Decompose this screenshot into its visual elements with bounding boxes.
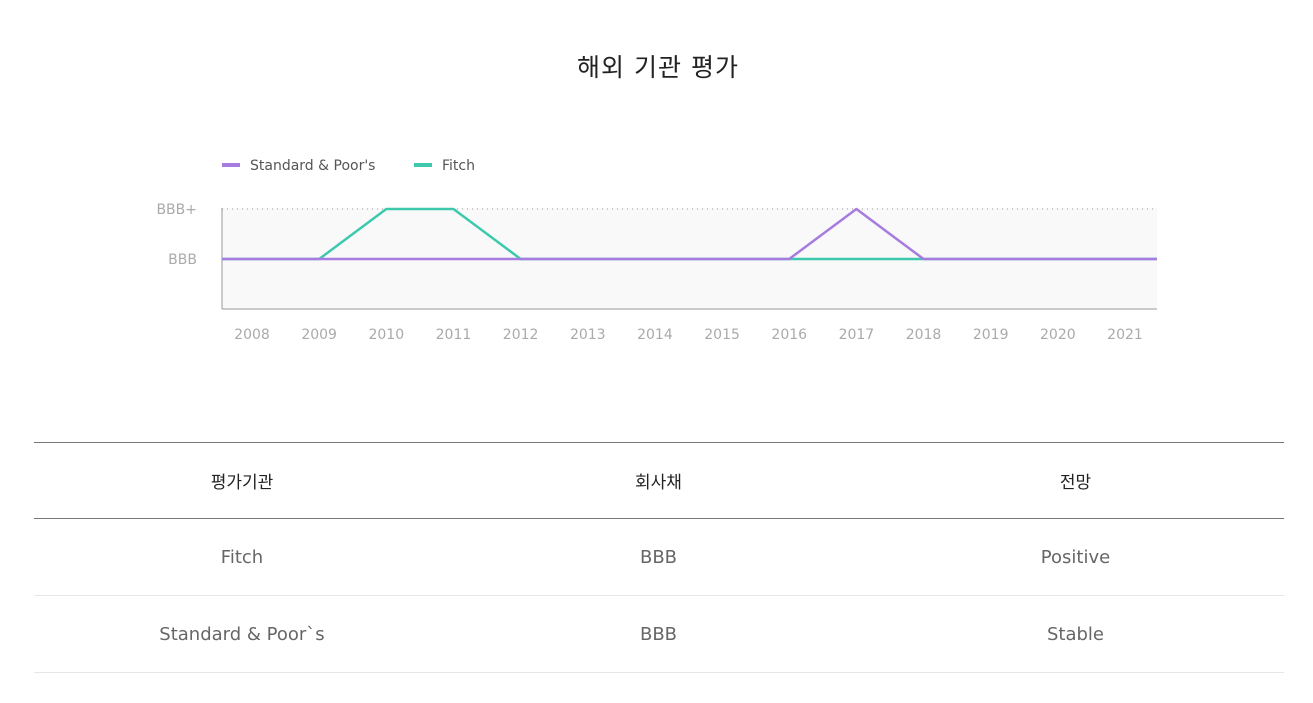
x-tick-label: 2011 [436, 327, 472, 343]
x-tick-label: 2009 [301, 327, 337, 343]
header-outlook: 전망 [867, 442, 1284, 519]
y-tick-label: BBB [168, 252, 197, 268]
legend-swatch [222, 163, 240, 167]
cell-rating: BBB [450, 595, 867, 673]
cell-outlook: Positive [867, 518, 1284, 596]
rating-table: 평가기관 회사채 전망 Fitch BBB Positive Standard … [34, 442, 1284, 673]
x-tick-label: 2008 [234, 327, 270, 343]
y-tick-label: BBB+ [156, 202, 197, 218]
x-tick-label: 2016 [771, 327, 807, 343]
table-row: Standard & Poor`s BBB Stable [34, 595, 1284, 673]
cell-rating: BBB [450, 518, 867, 596]
x-tick-label: 2019 [973, 327, 1009, 343]
legend-label: Standard & Poor's [250, 158, 375, 174]
x-tick-label: 2014 [637, 327, 673, 343]
x-tick-label: 2015 [704, 327, 740, 343]
legend-label: Fitch [442, 158, 475, 174]
cell-agency: Standard & Poor`s [34, 595, 450, 673]
x-tick-label: 2010 [368, 327, 404, 343]
cell-agency: Fitch [34, 518, 450, 596]
header-corporate-bond: 회사채 [450, 442, 867, 519]
header-agency: 평가기관 [34, 442, 450, 519]
x-tick-label: 2017 [839, 327, 875, 343]
table-header-row: 평가기관 회사채 전망 [34, 442, 1284, 519]
legend-swatch [414, 163, 432, 167]
x-tick-label: 2012 [503, 327, 539, 343]
cell-outlook: Stable [867, 595, 1284, 673]
rating-line-chart: BBB BBB+ 2008 2009 2010 2011 2012 2013 2014 2015 2… [156, 158, 1157, 343]
x-tick-label: 2013 [570, 327, 606, 343]
x-tick-label: 2018 [906, 327, 942, 343]
table-row: Fitch BBB Positive [34, 518, 1284, 596]
x-tick-label: 2020 [1040, 327, 1076, 343]
x-tick-label: 2021 [1107, 327, 1143, 343]
